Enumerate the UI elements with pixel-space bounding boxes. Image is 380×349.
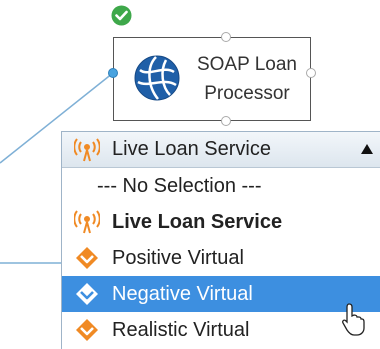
virtual-service-icon bbox=[76, 283, 98, 305]
workflow-canvas[interactable]: SOAP Loan Processor Live Loan Service --… bbox=[0, 0, 380, 349]
dropdown-selected[interactable]: Live Loan Service bbox=[62, 132, 380, 168]
option-live-loan-service[interactable]: Live Loan Service bbox=[62, 204, 380, 240]
bottom-handle[interactable] bbox=[221, 116, 231, 126]
node-title-line1: SOAP Loan bbox=[196, 54, 297, 75]
virtual-service-icon bbox=[76, 319, 98, 341]
service-mode-dropdown[interactable]: Live Loan Service --- No Selection --- L… bbox=[61, 131, 380, 349]
option-label: Realistic Virtual bbox=[112, 319, 250, 341]
virtual-service-icon bbox=[76, 247, 98, 269]
globe-icon bbox=[134, 55, 180, 101]
antenna-icon bbox=[74, 138, 100, 162]
pointer-cursor-icon bbox=[342, 303, 365, 336]
service-node[interactable]: SOAP Loan Processor bbox=[113, 37, 311, 121]
option-label: Positive Virtual bbox=[112, 247, 244, 269]
option-label: Negative Virtual bbox=[112, 283, 253, 305]
option-realistic-virtual[interactable]: Realistic Virtual bbox=[62, 312, 380, 348]
right-handle[interactable] bbox=[306, 68, 316, 78]
node-title: SOAP Loan Processor bbox=[188, 50, 306, 108]
option-label: --- No Selection --- bbox=[97, 175, 262, 197]
left-handle[interactable] bbox=[108, 68, 118, 78]
antenna-icon bbox=[74, 210, 100, 234]
option-positive-virtual[interactable]: Positive Virtual bbox=[62, 240, 380, 276]
chevron-up-icon[interactable] bbox=[360, 142, 374, 156]
dropdown-options: --- No Selection --- Live Loan Service P… bbox=[62, 168, 380, 348]
check-circle-icon bbox=[111, 5, 132, 26]
option-negative-virtual[interactable]: Negative Virtual bbox=[62, 276, 380, 312]
option-label: Live Loan Service bbox=[112, 211, 283, 233]
top-handle[interactable] bbox=[221, 32, 231, 42]
node-title-line2: Processor bbox=[204, 83, 290, 104]
dropdown-selected-label: Live Loan Service bbox=[112, 138, 271, 160]
option-no-selection[interactable]: --- No Selection --- bbox=[62, 168, 380, 204]
